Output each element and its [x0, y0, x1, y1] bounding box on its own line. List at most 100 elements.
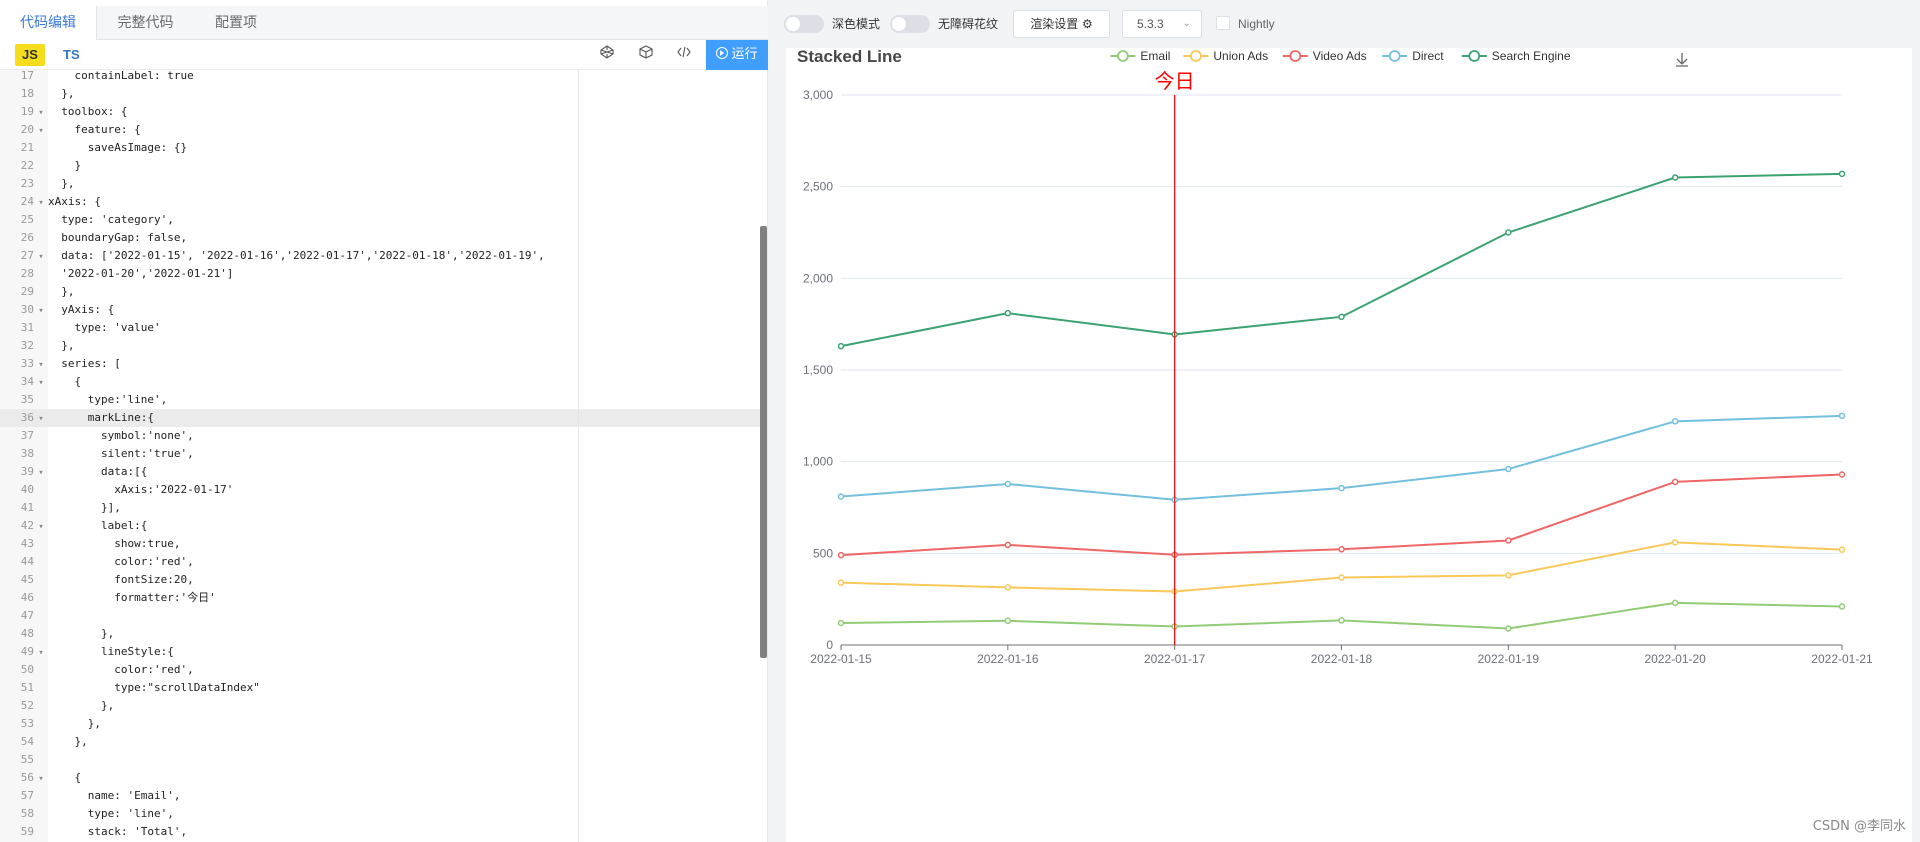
code-line[interactable]: 41 }],: [0, 499, 760, 517]
series-line: [840, 601, 1843, 630]
code-line[interactable]: 34 ▾ {: [0, 373, 760, 391]
code-line[interactable]: 28 '2022-01-20','2022-01-21']: [0, 265, 760, 283]
nightly-checkbox[interactable]: [1216, 16, 1230, 30]
run-button[interactable]: 运行: [706, 40, 768, 70]
stacked-line-chart: Stacked Line 0 500 1,000 1,500 2,000 2,500 3,00…: [797, 48, 1873, 666]
code-line[interactable]: 32 },: [0, 337, 760, 355]
code-line[interactable]: 19 ▾ toolbox: {: [0, 103, 760, 121]
code-line[interactable]: 48 },: [0, 625, 760, 643]
line-number: 26: [20, 231, 34, 244]
fold-arrow-icon[interactable]: ▾: [34, 644, 48, 662]
code-editor[interactable]: 17 containLabel: true 18 }, 19 ▾ toolbox: {…: [0, 70, 768, 842]
data-point: [1838, 603, 1846, 610]
fold-arrow-icon[interactable]: ▾: [34, 104, 48, 122]
code-line[interactable]: 55: [0, 751, 760, 769]
code-line[interactable]: 42 ▾ label:{: [0, 517, 760, 535]
save-as-image-icon[interactable]: [1676, 53, 1688, 67]
code-line[interactable]: 30 ▾ yAxis: {: [0, 301, 760, 319]
code-text: yAxis: {: [48, 303, 115, 316]
code-line[interactable]: 40 xAxis:'2022-01-17': [0, 481, 760, 499]
code-text: label:{: [48, 519, 148, 532]
tab-full-code[interactable]: 完整代码: [97, 6, 194, 40]
data-point: [1671, 174, 1679, 181]
fold-arrow-icon[interactable]: ▾: [34, 518, 48, 536]
a11y-switch[interactable]: [890, 15, 930, 33]
code-icon[interactable]: [674, 45, 694, 65]
data-point: [1505, 465, 1512, 473]
fold-arrow-icon[interactable]: ▾: [34, 122, 48, 140]
line-number: 39: [20, 465, 34, 478]
code-line[interactable]: 57 name: 'Email',: [0, 787, 760, 805]
line-number: 31: [20, 321, 34, 334]
code-line[interactable]: 35 type:'line',: [0, 391, 760, 409]
code-line[interactable]: 31 type: 'value': [0, 319, 760, 337]
dark-mode-switch[interactable]: [784, 15, 824, 33]
code-line[interactable]: 47: [0, 607, 760, 625]
lang-ts-button[interactable]: TS: [63, 44, 80, 66]
tab-config[interactable]: 配置项: [194, 6, 278, 40]
code-line[interactable]: 36 ▾ markLine:{: [0, 409, 760, 427]
data-point: [1338, 574, 1345, 581]
line-number: 32: [20, 339, 34, 352]
fold-arrow-icon[interactable]: ▾: [34, 464, 48, 482]
code-line[interactable]: 50 color:'red',: [0, 661, 760, 679]
code-line[interactable]: 39 ▾ data:[{: [0, 463, 760, 481]
code-line[interactable]: 21 saveAsImage: {}: [0, 139, 760, 157]
legend-label: Video Ads: [1313, 49, 1367, 63]
version-select[interactable]: 5.3.3 ⌄: [1122, 10, 1202, 38]
code-line[interactable]: 23 },: [0, 175, 760, 193]
code-line[interactable]: 54 },: [0, 733, 760, 751]
fold-arrow-icon[interactable]: ▾: [34, 356, 48, 374]
data-point: [1004, 480, 1012, 488]
tab-code-edit[interactable]: 代码编辑: [0, 6, 97, 40]
codesandbox-icon[interactable]: [636, 45, 656, 65]
code-line[interactable]: 27 ▾ data: ['2022-01-15', '2022-01-16','2…: [0, 247, 760, 265]
code-line[interactable]: 49 ▾ lineStyle:{: [0, 643, 760, 661]
code-line[interactable]: 22 }: [0, 157, 760, 175]
codepen-icon[interactable]: [597, 45, 617, 65]
code-line[interactable]: 51 type:"scrollDataIndex": [0, 679, 760, 697]
code-line[interactable]: 59 stack: 'Total',: [0, 823, 760, 841]
code-line[interactable]: 18 },: [0, 85, 760, 103]
run-label: 运行: [731, 47, 758, 62]
code-line[interactable]: 25 type: 'category',: [0, 211, 760, 229]
line-number: 59: [20, 825, 34, 838]
code-line[interactable]: 43 show:true,: [0, 535, 760, 553]
code-line[interactable]: 24 ▾ xAxis: {: [0, 193, 760, 211]
legend-marker: [1289, 50, 1302, 62]
x-tick-label: 2022-01-16: [977, 652, 1039, 666]
code-line[interactable]: 33 ▾ series: [: [0, 355, 760, 373]
code-line[interactable]: 44 color:'red',: [0, 553, 760, 571]
code-line[interactable]: 52 },: [0, 697, 760, 715]
code-text: color:'red',: [48, 555, 194, 568]
code-line[interactable]: 45 fontSize:20,: [0, 571, 760, 589]
code-line[interactable]: 17 containLabel: true: [0, 70, 760, 85]
code-line[interactable]: 37 symbol:'none',: [0, 427, 760, 445]
y-tick-label: 1,000: [803, 455, 833, 469]
code-line[interactable]: 20 ▾ feature: {: [0, 121, 760, 139]
code-line[interactable]: 26 boundaryGap: false,: [0, 229, 760, 247]
fold-arrow-icon[interactable]: ▾: [34, 302, 48, 320]
data-point: [1838, 471, 1846, 478]
code-line[interactable]: 46 formatter:'今日': [0, 589, 760, 607]
code-text: data: ['2022-01-15', '2022-01-16','2022-…: [48, 249, 545, 262]
fold-arrow-icon[interactable]: ▾: [34, 374, 48, 392]
render-settings-button[interactable]: 渲染设置 ⚙: [1013, 10, 1110, 38]
fold-arrow-icon[interactable]: ▾: [34, 248, 48, 266]
line-number: 33: [20, 357, 34, 370]
code-text: {: [48, 771, 82, 784]
line-number: 52: [20, 699, 34, 712]
code-line[interactable]: 58 type: 'line',: [0, 805, 760, 823]
data-point: [1671, 478, 1679, 486]
editor-scrollbar[interactable]: [760, 226, 767, 658]
code-line[interactable]: 29 },: [0, 283, 760, 301]
fold-arrow-icon[interactable]: ▾: [34, 410, 48, 428]
code-line[interactable]: 38 silent:'true',: [0, 445, 760, 463]
lang-js-button[interactable]: JS: [15, 44, 45, 66]
x-tick-label: 2022-01-19: [1478, 652, 1540, 666]
fold-arrow-icon[interactable]: ▾: [34, 194, 48, 212]
code-line[interactable]: 56 ▾ {: [0, 769, 760, 787]
fold-arrow-icon[interactable]: ▾: [34, 770, 48, 788]
code-line[interactable]: 53 },: [0, 715, 760, 733]
line-number: 22: [20, 159, 34, 172]
